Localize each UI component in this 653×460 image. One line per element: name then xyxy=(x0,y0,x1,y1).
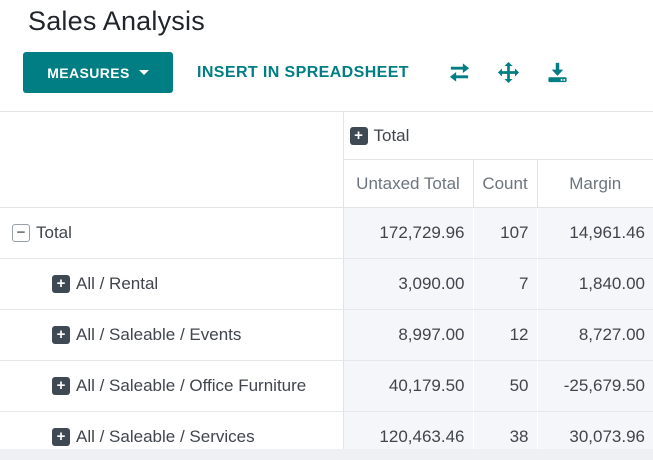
download-icon xyxy=(548,62,567,83)
expand-plus-icon[interactable] xyxy=(52,428,70,446)
measure-header[interactable]: Untaxed Total xyxy=(343,159,473,208)
row-label: All / Saleable / Services xyxy=(76,427,255,446)
column-group-label: Total xyxy=(373,125,410,145)
measure-header[interactable]: Margin xyxy=(536,159,653,208)
download-button[interactable] xyxy=(546,61,569,84)
table-row: All / Saleable / Office Furniture 40,179.… xyxy=(0,360,653,412)
value-cell: 3,090.00 xyxy=(343,258,473,310)
row-header[interactable]: All / Rental xyxy=(0,258,344,310)
value-cell: 1,840.00 xyxy=(536,258,653,310)
expand-plus-icon[interactable] xyxy=(52,275,70,293)
collapse-minus-icon[interactable] xyxy=(12,224,30,242)
value-cell: 107 xyxy=(472,207,537,259)
expand-plus-icon[interactable] xyxy=(349,126,368,145)
table-row: All / Saleable / Events 8,997.00128,727.0… xyxy=(0,309,653,361)
measures-button-label: MEASURES xyxy=(47,64,130,81)
value-cell: -25,679.50 xyxy=(536,360,653,412)
value-cell: 50 xyxy=(472,360,537,412)
row-label: Total xyxy=(36,223,72,242)
row-label: All / Saleable / Events xyxy=(76,325,242,344)
value-cell: 40,179.50 xyxy=(343,360,473,412)
row-label: All / Saleable / Office Furniture xyxy=(76,376,307,395)
pivot-view: Sales Analysis MEASURES INSERT IN SPREAD… xyxy=(0,0,653,460)
value-cell: 8,997.00 xyxy=(343,309,473,361)
measures-button[interactable]: MEASURES xyxy=(23,52,173,93)
row-header[interactable]: Total xyxy=(0,207,344,259)
flip-axes-button[interactable] xyxy=(448,61,471,84)
row-header[interactable]: All / Saleable / Office Furniture xyxy=(0,360,344,412)
page-title: Sales Analysis xyxy=(28,6,205,36)
table-row: Total 172,729.9610714,961.46 xyxy=(0,207,653,259)
insert-in-spreadsheet-button[interactable]: INSERT IN SPREADSHEET xyxy=(197,64,409,82)
value-cell: 14,961.46 xyxy=(536,207,653,259)
toolbar: MEASURES INSERT IN SPREADSHEET xyxy=(23,52,569,93)
table-row: All / Rental 3,090.0071,840.00 xyxy=(0,258,653,310)
column-group-total[interactable]: Total xyxy=(343,111,653,160)
chevron-down-icon xyxy=(138,70,149,75)
expand-all-button[interactable] xyxy=(497,61,520,84)
corner-cell xyxy=(0,111,344,208)
expand-all-icon xyxy=(497,61,520,84)
value-cell: 12 xyxy=(472,309,537,361)
expand-plus-icon[interactable] xyxy=(52,326,70,344)
bottom-strip xyxy=(0,449,653,460)
value-cell: 7 xyxy=(472,258,537,310)
value-cell: 8,727.00 xyxy=(536,309,653,361)
value-cell: 172,729.96 xyxy=(343,207,473,259)
flip-axes-icon xyxy=(449,63,470,82)
expand-plus-icon[interactable] xyxy=(52,377,70,395)
measure-header[interactable]: Count xyxy=(472,159,537,208)
pivot-table: Total Untaxed TotalCountMargin Total 172,… xyxy=(0,111,653,460)
row-label: All / Rental xyxy=(76,274,159,293)
row-header[interactable]: All / Saleable / Events xyxy=(0,309,344,361)
